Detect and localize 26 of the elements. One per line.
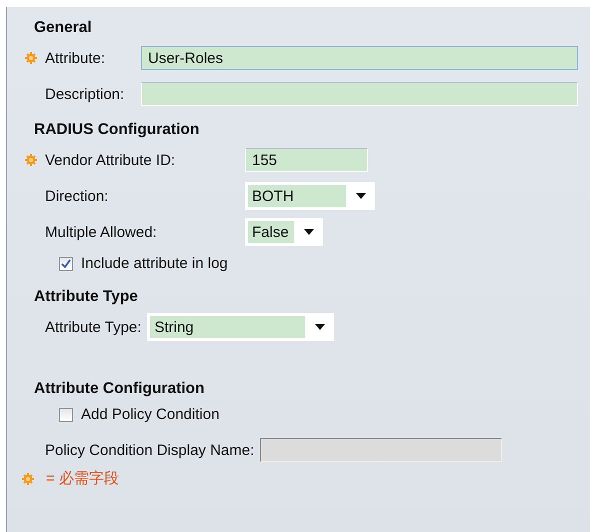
- section-heading: General: [34, 19, 93, 37]
- section-heading: RADIUS Configuration: [34, 121, 200, 139]
- dropdown[interactable]: String: [147, 313, 334, 341]
- dropdown-arrow-icon: [304, 229, 314, 235]
- dropdown[interactable]: False: [245, 218, 323, 246]
- checkbox-label: Add Policy Condition: [81, 406, 220, 423]
- checkbox[interactable]: [59, 408, 73, 422]
- input-field[interactable]: [141, 82, 578, 106]
- section-heading: Attribute Type: [34, 288, 139, 306]
- input-field[interactable]: 155: [245, 148, 368, 172]
- field-label: Description:: [45, 86, 126, 102]
- checkbox[interactable]: [59, 256, 73, 270]
- dropdown[interactable]: BOTH: [245, 182, 375, 210]
- checkbox-label: Include attribute in log: [81, 255, 228, 272]
- section-heading: Attribute Configuration: [34, 380, 206, 398]
- required-icon: [22, 472, 34, 484]
- dropdown-arrow-icon: [356, 193, 366, 199]
- input-field[interactable]: User-Roles: [141, 46, 578, 70]
- field-label: Attribute:: [45, 50, 106, 66]
- field-label: Multiple Allowed:: [45, 224, 158, 240]
- field-label: Vendor Attribute ID:: [45, 152, 176, 168]
- field-label: Attribute Type:: [45, 318, 142, 336]
- field-label: Policy Condition Display Name:: [45, 442, 254, 458]
- field-label: Direction:: [45, 188, 110, 204]
- dropdown-arrow-icon: [315, 324, 326, 330]
- legend-text: = 必需字段: [46, 469, 119, 488]
